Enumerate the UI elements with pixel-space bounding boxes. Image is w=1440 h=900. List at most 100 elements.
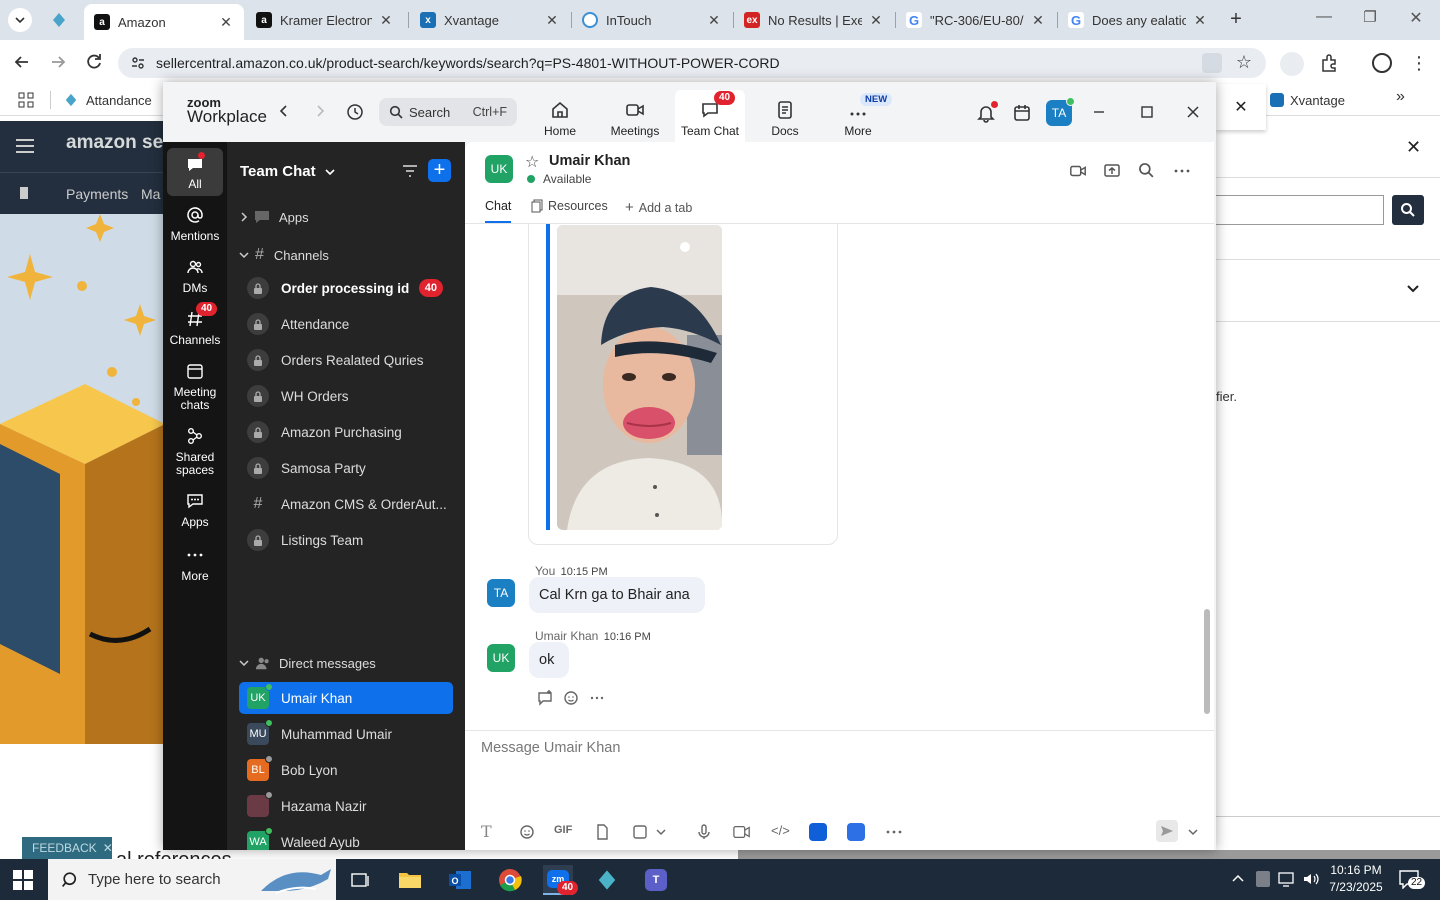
close-icon[interactable]: ✕ xyxy=(1030,12,1046,29)
gif-icon[interactable]: GIF xyxy=(554,824,572,836)
message-bubble[interactable]: Cal Krn ga to Bhair ana xyxy=(529,577,705,613)
chat-more-button[interactable] xyxy=(1173,162,1191,180)
page-search-icon[interactable] xyxy=(1202,53,1222,73)
address-bar[interactable]: sellercentral.amazon.co.uk/product-searc… xyxy=(118,48,1266,78)
rail-apps[interactable]: Apps xyxy=(167,492,223,529)
file-icon[interactable] xyxy=(594,824,610,840)
back-button[interactable] xyxy=(12,52,32,72)
tab-google-rc306[interactable]: G "RC-306/EU-80/8 ✕ xyxy=(896,4,1056,36)
tab-chat[interactable]: Chat xyxy=(485,199,512,223)
pinned-tab[interactable] xyxy=(48,10,70,30)
browser-menu-icon[interactable]: ⋮ xyxy=(1410,52,1428,74)
nav-more[interactable]: NEW More xyxy=(823,90,893,142)
profile-icon[interactable] xyxy=(1372,53,1392,73)
nav-home[interactable]: Home xyxy=(525,90,595,142)
channel-item[interactable]: Samosa Party xyxy=(239,452,453,484)
bookmark-star-icon[interactable]: ☆ xyxy=(1236,52,1252,73)
team-chat-title[interactable]: Team Chat xyxy=(240,163,336,180)
chrome-button[interactable] xyxy=(495,865,525,895)
rail-shared-spaces[interactable]: Shared spaces xyxy=(167,427,223,477)
rail-more[interactable]: More xyxy=(167,546,223,583)
nav-payments[interactable]: Payments xyxy=(66,186,128,202)
chevron-down-icon[interactable] xyxy=(1188,827,1198,837)
zoom-taskbar-button[interactable]: zm 40 xyxy=(543,865,579,895)
channel-item[interactable]: Listings Team xyxy=(239,524,453,556)
app-icon[interactable] xyxy=(847,823,865,841)
notifications-button[interactable] xyxy=(976,101,998,123)
close-icon[interactable]: ✕ xyxy=(868,12,884,29)
zoom-close-button[interactable] xyxy=(1185,104,1201,120)
panel-search-input[interactable] xyxy=(1216,195,1384,225)
share-screen-button[interactable] xyxy=(1103,162,1121,180)
new-chat-button[interactable]: + xyxy=(428,159,451,182)
contact-avatar[interactable]: UK xyxy=(485,155,513,183)
rail-mentions[interactable]: Mentions xyxy=(167,206,223,243)
chevron-down-icon[interactable] xyxy=(1406,281,1420,295)
direct-messages-section[interactable]: Direct messages xyxy=(239,654,376,672)
close-icon[interactable]: ✕ xyxy=(1192,12,1208,29)
history-button[interactable] xyxy=(346,103,364,121)
tab-exertis[interactable]: ex No Results | Exer ✕ xyxy=(734,4,894,36)
close-icon[interactable]: ✕ xyxy=(378,12,394,29)
tray-app-icon[interactable] xyxy=(1256,871,1270,887)
extensions-icon[interactable] xyxy=(1318,52,1340,74)
ellipsis-icon[interactable] xyxy=(885,824,903,840)
rail-all[interactable]: All xyxy=(167,148,223,196)
dm-item[interactable]: UK Umair Khan xyxy=(239,682,453,714)
notification-center-button[interactable]: 22 xyxy=(1398,869,1426,891)
close-icon[interactable]: ✕ xyxy=(706,12,722,29)
new-tab-button[interactable]: + xyxy=(1224,8,1248,32)
channel-item[interactable]: Orders Realated Quries xyxy=(239,344,453,376)
dm-item[interactable]: Hazama Nazir xyxy=(239,790,453,822)
ellipsis-icon[interactable] xyxy=(589,690,605,706)
message-list[interactable]: You 10:15 PM TA Cal Krn ga to Bhair ana … xyxy=(465,224,1214,730)
sender-avatar[interactable]: UK xyxy=(487,644,515,672)
rail-meeting-chats[interactable]: Meeting chats xyxy=(167,362,223,412)
reply-icon[interactable] xyxy=(537,690,553,706)
dm-item[interactable]: BL Bob Lyon xyxy=(239,754,453,786)
message-list-scrollbar[interactable] xyxy=(1204,609,1210,714)
tab-xvantage[interactable]: x Xvantage ✕ xyxy=(410,4,570,36)
chevron-down-icon[interactable] xyxy=(656,827,666,837)
start-button[interactable] xyxy=(12,869,34,891)
message-composer[interactable]: Message Umair Khan xyxy=(481,740,1201,810)
dm-item[interactable]: MU Muhammad Umair xyxy=(239,718,453,750)
site-info-icon[interactable] xyxy=(130,55,146,71)
close-icon[interactable]: ✕ xyxy=(544,12,560,29)
channel-item[interactable]: # Amazon CMS & OrderAut... xyxy=(239,488,453,520)
nav-more[interactable]: Ma xyxy=(141,186,160,202)
nav-meetings[interactable]: Meetings xyxy=(600,90,670,142)
teams-button[interactable]: T xyxy=(641,865,671,895)
tab-search-button[interactable] xyxy=(8,8,32,32)
channels-section[interactable]: # Channels xyxy=(239,246,329,264)
tab-google-ealation[interactable]: G Does any ealatio ✕ xyxy=(1058,4,1218,36)
star-icon[interactable]: ☆ xyxy=(525,152,539,172)
forward-button[interactable] xyxy=(48,52,68,72)
tab-intouch[interactable]: InTouch ✕ xyxy=(572,4,732,36)
nav-back-button[interactable] xyxy=(277,104,291,118)
calendar-button[interactable] xyxy=(1012,103,1032,123)
filter-button[interactable] xyxy=(401,162,419,180)
send-button[interactable] xyxy=(1156,820,1178,842)
nav-team-chat[interactable]: 40 Team Chat xyxy=(675,90,745,142)
chat-search-button[interactable] xyxy=(1138,162,1156,180)
taskbar-search[interactable]: Type here to search xyxy=(48,859,336,900)
microphone-icon[interactable] xyxy=(696,824,712,840)
bookmark-xvantage[interactable]: Xvantage xyxy=(1270,91,1345,109)
window-minimize-button[interactable]: — xyxy=(1312,8,1336,32)
emoji-icon[interactable] xyxy=(563,690,579,706)
contact-name[interactable]: Umair Khan xyxy=(549,153,630,169)
screenshot-icon[interactable] xyxy=(632,824,648,840)
tab-resources[interactable]: Resources xyxy=(530,199,608,213)
close-icon[interactable]: ✕ xyxy=(1406,137,1421,158)
clock[interactable]: 10:16 PM 7/23/2025 xyxy=(1326,862,1386,896)
video-message-icon[interactable] xyxy=(733,824,751,840)
apps-grid-icon[interactable] xyxy=(18,92,34,108)
text-format-icon[interactable]: T xyxy=(481,822,492,841)
bookmark-attandance[interactable]: Attandance xyxy=(64,91,152,109)
channel-item[interactable]: WH Orders xyxy=(239,380,453,412)
task-view-button[interactable] xyxy=(345,865,375,895)
channel-item[interactable]: Attendance xyxy=(239,308,453,340)
emoji-icon[interactable] xyxy=(519,824,535,840)
file-explorer-button[interactable] xyxy=(395,865,425,895)
